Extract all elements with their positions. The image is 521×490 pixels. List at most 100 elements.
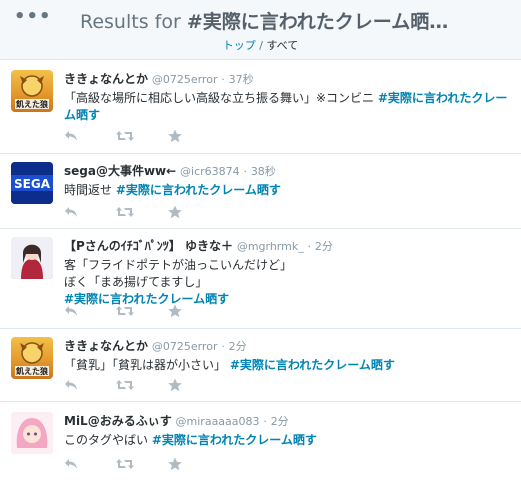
crumb-current: すべて (266, 39, 299, 52)
breadcrumb: トップ / すべて (0, 37, 521, 53)
avatar-text: 飢えた狼 (15, 99, 49, 109)
wolf-avatar-image: 飢えた狼 (15, 75, 49, 109)
retweet-icon (116, 459, 134, 469)
avatar-text: 飢えた狼 (15, 366, 49, 376)
reply-button[interactable] (64, 303, 116, 319)
wolf-avatar-image: 飢えた狼 (15, 342, 49, 376)
tweet-time[interactable]: 2分 (315, 240, 333, 253)
tweet-header: MiL@おみるふぃす @miraaaaa083 · 2分 (64, 412, 511, 429)
favorite-button[interactable] (168, 204, 220, 220)
user-name[interactable]: 【Pさんのｲﾁｺﾞﾊﾟﾝﾂ】 ゆきな＋ (64, 239, 233, 253)
tweet-item[interactable]: 飢えた狼 ききょなんとか @0725error · 2分 「貧乳」「貧乳は器が小… (0, 329, 521, 402)
tweet-body: ききょなんとか @0725error · 2分 「貧乳」「貧乳は器が小さい」 #… (64, 337, 511, 374)
meta-dot: · (221, 340, 225, 353)
avatar[interactable]: SEGA (11, 162, 53, 204)
user-handle[interactable]: @mgrhrmk_ (237, 240, 304, 253)
sega-avatar-image: SEGA (11, 162, 53, 204)
star-icon (168, 457, 182, 471)
hashtag-link[interactable]: #実際に言われたクレーム晒す (230, 358, 395, 372)
character-avatar-image (11, 237, 53, 279)
tweet-time[interactable]: 38秒 (251, 165, 276, 178)
reply-icon (65, 207, 77, 217)
tweet-time[interactable]: 37秒 (229, 73, 254, 86)
user-name[interactable]: ききょなんとか (64, 72, 148, 86)
hashtag-link[interactable]: #実際に言われたクレーム晒す (116, 183, 281, 197)
tweet-body: MiL@おみるふぃす @miraaaaa083 · 2分 このタグやばい #実際… (64, 412, 511, 449)
tweet-item[interactable]: 【Pさんのｲﾁｺﾞﾊﾟﾝﾂ】 ゆきな＋ @mgrhrmk_ · 2分 客「フライ… (0, 229, 521, 329)
title-prefix: Results for (80, 11, 187, 33)
tweet-text: このタグやばい #実際に言われたクレーム晒す (64, 432, 511, 449)
tweet-header: ききょなんとか @0725error · 2分 (64, 337, 511, 354)
tweet-actions (64, 303, 220, 319)
retweet-icon (116, 380, 134, 390)
reply-button[interactable] (64, 377, 116, 393)
favorite-button[interactable] (168, 128, 220, 144)
retweet-button[interactable] (116, 204, 168, 220)
avatar[interactable] (11, 412, 53, 454)
star-icon (168, 304, 182, 318)
user-name[interactable]: MiL@おみるふぃす (64, 414, 172, 428)
meta-dot: · (263, 415, 267, 428)
tweet-timeline: 飢えた狼 ききょなんとか @0725error · 37秒 「高級な場所に相応し… (0, 60, 521, 490)
reply-button[interactable] (64, 128, 116, 144)
anime-avatar-image (11, 412, 53, 454)
avatar-text: SEGA (14, 177, 51, 191)
user-handle[interactable]: @icr63874 (180, 165, 240, 178)
tweet-body: 【Pさんのｲﾁｺﾞﾊﾟﾝﾂ】 ゆきな＋ @mgrhrmk_ · 2分 客「フライ… (64, 237, 511, 308)
user-name[interactable]: ききょなんとか (64, 339, 148, 353)
tweet-text-content: 「高級な場所に相応しい高級な立ち振る舞い」※コンビニ (64, 91, 378, 105)
hashtag-link[interactable]: #実際に言われたクレーム晒す (152, 433, 317, 447)
title-query: #実際に言われたクレーム晒… (186, 11, 449, 33)
retweet-icon (116, 306, 134, 316)
tweet-text-content: 「貧乳」「貧乳は器が小さい」 (64, 358, 230, 372)
tweet-time[interactable]: 2分 (271, 415, 289, 428)
tweet-time[interactable]: 2分 (229, 340, 247, 353)
user-handle[interactable]: @miraaaaa083 (176, 415, 260, 428)
search-header: ••• Results for #実際に言われたクレーム晒… トップ / すべて (0, 0, 521, 60)
retweet-icon (116, 207, 134, 217)
star-icon (168, 378, 182, 392)
star-icon (168, 129, 182, 143)
tweet-item[interactable]: MiL@おみるふぃす @miraaaaa083 · 2分 このタグやばい #実際… (0, 402, 521, 490)
retweet-button[interactable] (116, 377, 168, 393)
tweet-text-content: 時間返せ (64, 183, 116, 197)
favorite-button[interactable] (168, 303, 220, 319)
star-icon (168, 205, 182, 219)
avatar[interactable]: 飢えた狼 (11, 337, 53, 379)
retweet-button[interactable] (116, 128, 168, 144)
tweet-text: 「貧乳」「貧乳は器が小さい」 #実際に言われたクレーム晒す (64, 357, 511, 374)
retweet-icon (116, 131, 134, 141)
page-title: Results for #実際に言われたクレーム晒… (80, 7, 448, 34)
tweet-text-content: このタグやばい (64, 433, 152, 447)
avatar[interactable] (11, 237, 53, 279)
tweet-header: sega@大事件ww← @icr63874 · 38秒 (64, 162, 511, 179)
meta-dot: · (307, 240, 312, 253)
user-handle[interactable]: @0725error (152, 73, 218, 86)
tweet-item[interactable]: SEGA sega@大事件ww← @icr63874 · 38秒 時間返せ #実… (0, 154, 521, 229)
retweet-button[interactable] (116, 456, 168, 472)
tweet-actions (64, 204, 220, 220)
user-name[interactable]: sega@大事件ww← (64, 164, 176, 178)
reply-icon (65, 380, 77, 390)
crumb-top-link[interactable]: トップ (223, 39, 256, 52)
tweet-body: ききょなんとか @0725error · 37秒 「高級な場所に相応しい高級な立… (64, 70, 511, 124)
tweet-actions (64, 377, 220, 393)
retweet-button[interactable] (116, 303, 168, 319)
crumb-separator: / (255, 39, 267, 52)
reply-icon (65, 131, 77, 141)
more-menu-button[interactable]: ••• (14, 6, 52, 27)
user-handle[interactable]: @0725error (152, 340, 218, 353)
tweet-text: 客「フライドポテトが油っこいんだけど」 ぼく「まあ揚げてますし」 #実際に言われ… (64, 257, 511, 308)
favorite-button[interactable] (168, 456, 220, 472)
avatar[interactable]: 飢えた狼 (11, 70, 53, 112)
favorite-button[interactable] (168, 377, 220, 393)
tweet-text: 「高級な場所に相応しい高級な立ち振る舞い」※コンビニ #実際に言われたクレーム晒… (64, 90, 511, 124)
meta-dot: · (221, 73, 225, 86)
tweet-actions (64, 128, 220, 144)
tweet-header: 【Pさんのｲﾁｺﾞﾊﾟﾝﾂ】 ゆきな＋ @mgrhrmk_ · 2分 (64, 237, 511, 254)
tweet-body: sega@大事件ww← @icr63874 · 38秒 時間返せ #実際に言われ… (64, 162, 511, 199)
reply-button[interactable] (64, 204, 116, 220)
tweet-item[interactable]: 飢えた狼 ききょなんとか @0725error · 37秒 「高級な場所に相応し… (0, 60, 521, 154)
tweet-actions (64, 456, 220, 472)
reply-button[interactable] (64, 456, 116, 472)
